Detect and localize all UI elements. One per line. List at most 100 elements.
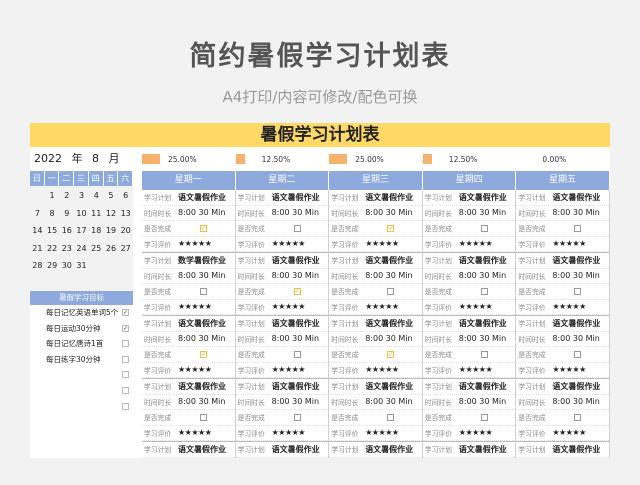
plan-value[interactable]: 语文暑假作业 (552, 444, 609, 455)
star-rating[interactable]: ★★★★★ (459, 302, 516, 311)
plan-value[interactable]: 语文暑假作业 (178, 192, 235, 203)
calendar-day[interactable]: 15 (45, 223, 60, 239)
calendar-day[interactable]: 29 (45, 258, 60, 274)
calendar-day[interactable]: 21 (30, 241, 45, 257)
star-rating[interactable]: ★★★★★ (459, 428, 516, 437)
star-rating[interactable]: ★★★★★ (178, 428, 235, 437)
calendar-day[interactable]: 7 (30, 206, 45, 222)
time-value[interactable]: 8:00 30 Min (272, 271, 329, 280)
calendar-day[interactable]: 30 (59, 258, 74, 274)
goal-checkbox[interactable] (122, 371, 129, 379)
plan-value[interactable]: 语文暑假作业 (365, 255, 422, 266)
plan-value[interactable]: 语文暑假作业 (178, 381, 235, 392)
done-checkbox[interactable]: ✓ (387, 350, 395, 358)
time-value[interactable]: 8:00 30 Min (459, 397, 516, 406)
goal-checkbox[interactable] (122, 402, 129, 410)
calendar-day[interactable]: 3 (74, 188, 89, 204)
plan-value[interactable]: 语文暑假作业 (365, 192, 422, 203)
calendar-day[interactable]: 2 (59, 188, 74, 204)
star-rating[interactable]: ★★★★★ (272, 428, 329, 437)
time-value[interactable]: 8:00 30 Min (459, 334, 516, 343)
time-value[interactable]: 8:00 30 Min (365, 334, 422, 343)
time-value[interactable]: 8:00 30 Min (552, 208, 609, 217)
plan-value[interactable]: 语文暑假作业 (272, 381, 329, 392)
time-value[interactable]: 8:00 30 Min (552, 397, 609, 406)
star-rating[interactable]: ★★★★★ (178, 365, 235, 374)
goal-checkbox[interactable] (122, 340, 129, 348)
goal-checkbox[interactable]: ✓ (122, 324, 129, 332)
calendar-day[interactable]: 16 (59, 223, 74, 239)
goal-label[interactable]: 每日练字30分钟 (46, 354, 101, 365)
plan-value[interactable]: 语文暑假作业 (459, 318, 516, 329)
year-value[interactable]: 2022 (34, 152, 62, 165)
star-rating[interactable]: ★★★★★ (552, 302, 609, 311)
done-checkbox[interactable] (574, 224, 582, 232)
plan-value[interactable]: 语文暑假作业 (552, 192, 609, 203)
plan-value[interactable]: 语文暑假作业 (459, 381, 516, 392)
star-rating[interactable]: ★★★★★ (552, 365, 609, 374)
star-rating[interactable]: ★★★★★ (459, 239, 516, 248)
time-value[interactable]: 8:00 30 Min (552, 271, 609, 280)
time-value[interactable]: 8:00 30 Min (272, 208, 329, 217)
plan-value[interactable]: 语文暑假作业 (365, 444, 422, 455)
star-rating[interactable]: ★★★★★ (365, 428, 422, 437)
star-rating[interactable]: ★★★★★ (365, 365, 422, 374)
done-checkbox[interactable]: ✓ (200, 350, 207, 358)
calendar-day[interactable]: 8 (45, 206, 60, 222)
plan-value[interactable]: 数学暑假作业 (178, 255, 235, 266)
month-value[interactable]: 8 (92, 152, 99, 165)
done-checkbox[interactable] (480, 224, 488, 232)
calendar-day[interactable]: 5 (104, 188, 119, 204)
calendar-day[interactable]: 11 (89, 206, 104, 222)
time-value[interactable]: 8:00 30 Min (178, 271, 235, 280)
plan-value[interactable]: 语文暑假作业 (272, 444, 329, 455)
time-value[interactable]: 8:00 30 Min (365, 271, 422, 280)
plan-value[interactable]: 语文暑假作业 (365, 381, 422, 392)
time-value[interactable]: 8:00 30 Min (459, 208, 516, 217)
star-rating[interactable]: ★★★★★ (178, 239, 235, 248)
done-checkbox[interactable] (480, 287, 488, 295)
calendar-day[interactable]: 19 (104, 223, 119, 239)
time-value[interactable]: 8:00 30 Min (365, 397, 422, 406)
done-checkbox[interactable] (293, 413, 301, 421)
star-rating[interactable]: ★★★★★ (365, 239, 422, 248)
done-checkbox[interactable] (200, 413, 207, 421)
done-checkbox[interactable] (293, 350, 301, 358)
plan-value[interactable]: 语文暑假作业 (272, 255, 329, 266)
calendar-day[interactable]: 9 (59, 206, 74, 222)
calendar-day[interactable]: 20 (118, 223, 133, 239)
time-value[interactable]: 8:00 30 Min (272, 397, 329, 406)
time-value[interactable]: 8:00 30 Min (178, 334, 235, 343)
calendar-day[interactable]: 18 (89, 223, 104, 239)
star-rating[interactable]: ★★★★★ (272, 365, 329, 374)
done-checkbox[interactable]: ✓ (200, 224, 207, 232)
calendar-day[interactable]: 6 (118, 188, 133, 204)
done-checkbox[interactable] (574, 287, 582, 295)
calendar-day[interactable]: 12 (104, 206, 119, 222)
done-checkbox[interactable] (387, 287, 395, 295)
done-checkbox[interactable]: ✓ (293, 287, 301, 295)
calendar-day[interactable]: 1 (45, 188, 60, 204)
star-rating[interactable]: ★★★★★ (365, 302, 422, 311)
plan-value[interactable]: 语文暑假作业 (178, 318, 235, 329)
calendar-day[interactable]: 25 (89, 241, 104, 257)
plan-value[interactable]: 语文暑假作业 (178, 444, 235, 455)
goal-label[interactable]: 每日记忆英语单词5个 (46, 307, 118, 318)
calendar-day[interactable]: 28 (30, 258, 45, 274)
time-value[interactable]: 8:00 30 Min (178, 397, 235, 406)
goal-checkbox[interactable]: ✓ (122, 309, 129, 316)
time-value[interactable]: 8:00 30 Min (178, 208, 235, 217)
star-rating[interactable]: ★★★★★ (272, 239, 329, 248)
time-value[interactable]: 8:00 30 Min (365, 208, 422, 217)
plan-value[interactable]: 语文暑假作业 (365, 318, 422, 329)
calendar-day[interactable]: 14 (30, 223, 45, 239)
goal-label[interactable]: 每日运动30分钟 (46, 323, 101, 334)
star-rating[interactable]: ★★★★★ (552, 239, 609, 248)
calendar-day[interactable]: 27 (118, 241, 133, 257)
calendar-day[interactable]: 13 (118, 206, 133, 222)
plan-value[interactable]: 语文暑假作业 (459, 255, 516, 266)
calendar-day[interactable]: 22 (45, 241, 60, 257)
plan-value[interactable]: 语文暑假作业 (552, 381, 609, 392)
time-value[interactable]: 8:00 30 Min (459, 271, 516, 280)
done-checkbox[interactable] (200, 287, 207, 295)
